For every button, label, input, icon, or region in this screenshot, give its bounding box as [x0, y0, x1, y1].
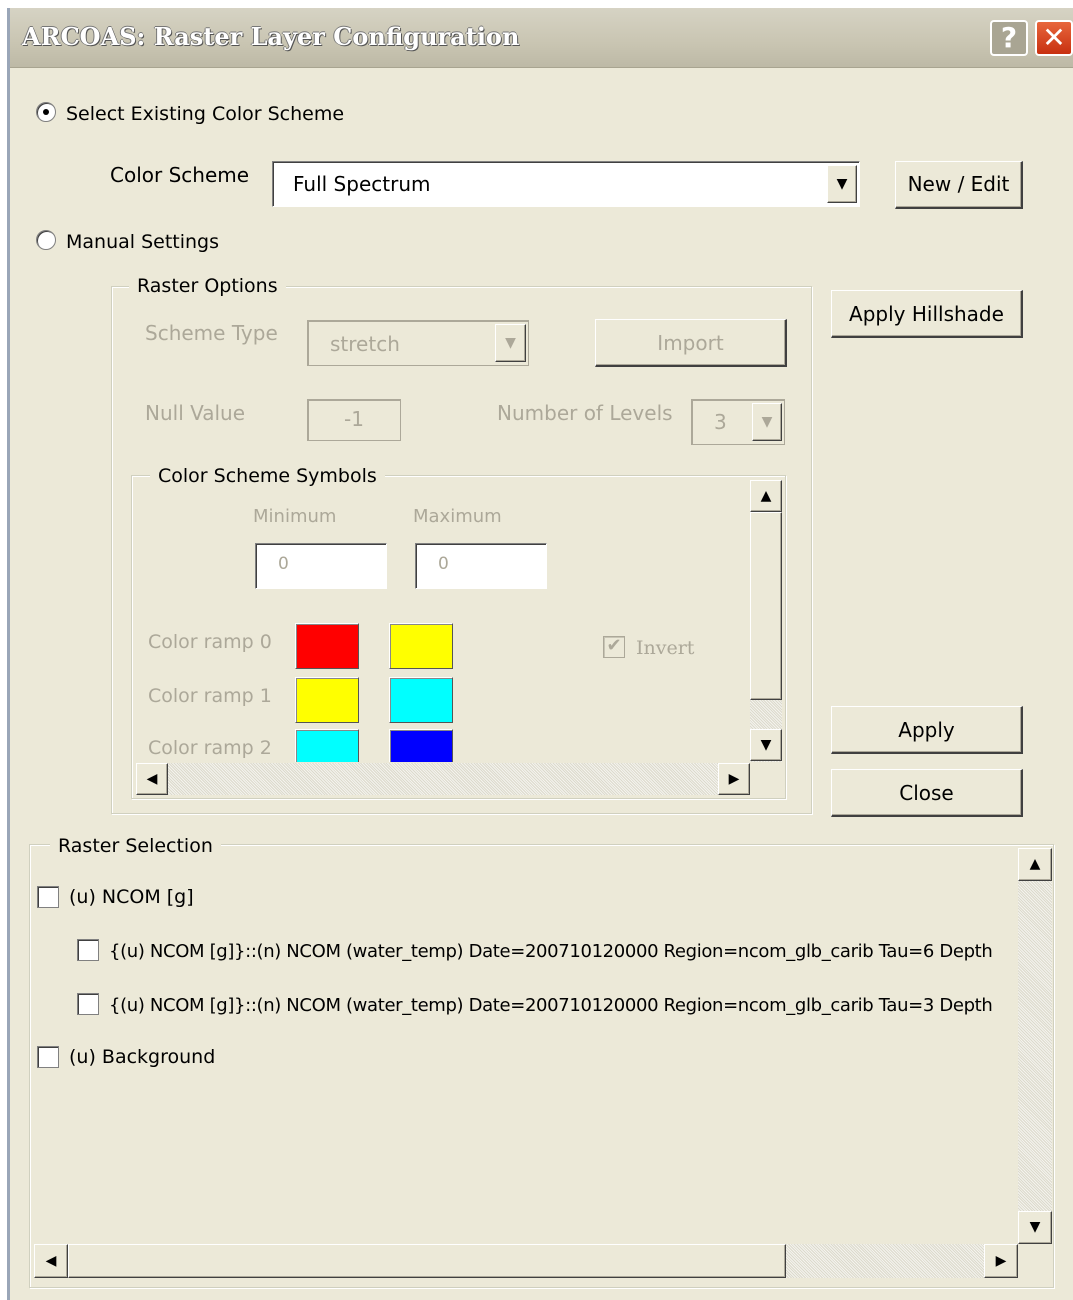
raster-options-title: Raster Options — [129, 275, 286, 297]
color-ramp-0-label: Color ramp 0 — [148, 631, 272, 653]
maximum-field[interactable]: 0 — [415, 543, 547, 589]
symbols-hscrollbar[interactable] — [136, 763, 750, 795]
color-ramp-1-end-swatch[interactable] — [389, 677, 453, 723]
raster-item-2-checkbox[interactable] — [77, 993, 99, 1015]
manual-settings-radio[interactable] — [36, 230, 56, 250]
color-scheme-symbols-title: Color Scheme Symbols — [150, 465, 385, 487]
color-ramp-2-end-swatch[interactable] — [389, 729, 453, 762]
levels-value: 3 — [714, 410, 727, 434]
apply-hillshade-button[interactable]: Apply Hillshade — [831, 290, 1023, 338]
minimum-field[interactable]: 0 — [255, 543, 387, 589]
color-scheme-label: Color Scheme — [110, 163, 250, 187]
color-scheme-dropdown-icon[interactable]: ▼ — [827, 165, 857, 203]
raster-item-1-label[interactable]: {(u) NCOM [g]}::(n) NCOM (water_temp) Da… — [109, 941, 993, 962]
symbols-scroll-right-icon[interactable]: ▶ — [718, 763, 750, 795]
color-ramp-2-start-swatch[interactable] — [295, 729, 359, 762]
levels-dropdown-icon[interactable]: ▼ — [752, 403, 782, 441]
raster-tree: (u) NCOM [g] {(u) NCOM [g]}::(n) NCOM (w… — [32, 870, 1018, 1244]
color-ramp-1-label: Color ramp 1 — [148, 685, 272, 707]
color-ramp-1-start-swatch[interactable] — [295, 677, 359, 723]
scroll-corner — [1018, 1244, 1052, 1278]
existing-scheme-radio[interactable] — [36, 102, 56, 122]
title-bar[interactable]: ARCOAS: Raster Layer Configuration ? ✕ — [10, 8, 1073, 68]
scheme-type-value: stretch — [330, 332, 400, 356]
raster-item-0-checkbox[interactable] — [37, 886, 59, 908]
color-scheme-value: Full Spectrum — [293, 172, 431, 196]
raster-selection-title: Raster Selection — [50, 835, 221, 857]
raster-scroll-up-icon[interactable]: ▲ — [1018, 848, 1052, 881]
color-ramp-2-label: Color ramp 2 — [148, 737, 272, 759]
manual-settings-label[interactable]: Manual Settings — [66, 231, 219, 253]
new-edit-button[interactable]: New / Edit — [895, 161, 1023, 209]
symbols-scroll-down-icon[interactable]: ▼ — [750, 729, 782, 761]
maximum-label: Maximum — [413, 506, 502, 527]
raster-item-2-label[interactable]: {(u) NCOM [g]}::(n) NCOM (water_temp) Da… — [109, 995, 993, 1016]
minimum-label: Minimum — [253, 506, 337, 527]
raster-scroll-down-icon[interactable]: ▼ — [1018, 1211, 1052, 1244]
raster-item-3-label[interactable]: (u) Background — [69, 1046, 215, 1068]
color-ramp-0-start-swatch[interactable] — [295, 623, 359, 669]
dialog-window: ARCOAS: Raster Layer Configuration ? ✕ S… — [7, 8, 1073, 1300]
null-value-field[interactable]: -1 — [307, 399, 401, 441]
scheme-type-label: Scheme Type — [145, 321, 278, 345]
invert-label: Invert — [636, 637, 695, 659]
null-value-label: Null Value — [145, 401, 246, 425]
invert-checkbox[interactable]: ✔ — [603, 636, 625, 658]
levels-label: Number of Levels — [497, 401, 673, 425]
raster-item-1-checkbox[interactable] — [77, 939, 99, 961]
window-title: ARCOAS: Raster Layer Configuration — [22, 22, 520, 51]
import-button[interactable]: Import — [595, 319, 787, 367]
color-ramp-0-end-swatch[interactable] — [389, 623, 453, 669]
raster-vscrollbar[interactable] — [1018, 848, 1052, 1244]
raster-item-3-checkbox[interactable] — [37, 1046, 59, 1068]
color-scheme-select[interactable]: Full Spectrum — [272, 161, 860, 207]
raster-hscroll-thumb[interactable] — [68, 1244, 786, 1278]
symbols-scroll-up-icon[interactable]: ▲ — [750, 480, 782, 512]
apply-button[interactable]: Apply — [831, 706, 1023, 754]
raster-scroll-right-icon[interactable]: ▶ — [984, 1244, 1018, 1278]
symbols-scroll-left-icon[interactable]: ◀ — [136, 763, 168, 795]
help-button[interactable]: ? — [990, 20, 1028, 56]
close-window-button[interactable]: ✕ — [1035, 20, 1073, 56]
raster-scroll-left-icon[interactable]: ◀ — [34, 1244, 68, 1278]
close-button[interactable]: Close — [831, 769, 1023, 817]
raster-item-0-label[interactable]: (u) NCOM [g] — [69, 886, 194, 908]
existing-scheme-label[interactable]: Select Existing Color Scheme — [66, 103, 344, 125]
color-ramp-2-swatches — [295, 729, 455, 762]
symbols-vscroll-thumb[interactable] — [750, 512, 782, 700]
scheme-type-dropdown-icon[interactable]: ▼ — [495, 324, 526, 362]
